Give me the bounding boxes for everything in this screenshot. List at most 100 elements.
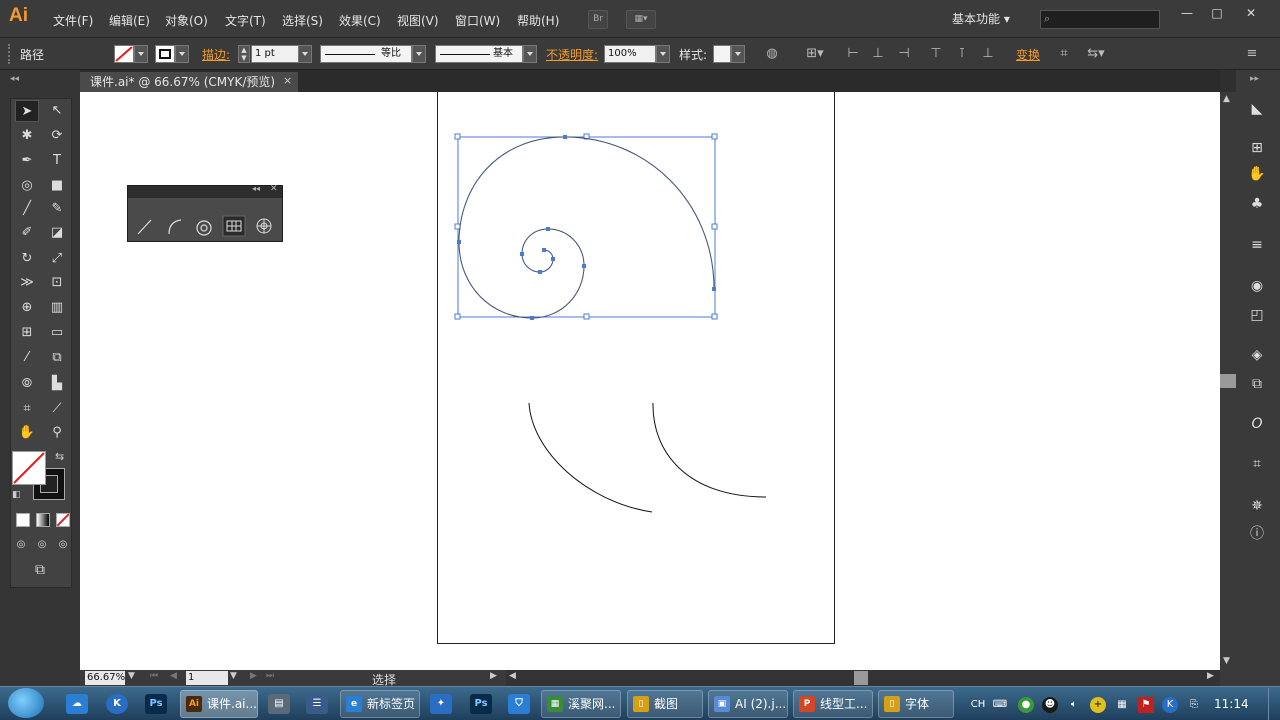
collapse-tools-icon[interactable]: ◂◂ — [10, 74, 19, 84]
menu-view[interactable]: 视图(V) — [397, 12, 439, 29]
menu-object[interactable]: 对象(O) — [165, 12, 208, 29]
brushes-icon[interactable]: ✋ — [1246, 163, 1268, 185]
bridge-button[interactable]: Br — [588, 10, 608, 29]
line-tools-panel-header[interactable]: ◂◂ ✕ — [128, 184, 282, 198]
appearance-icon[interactable]: ◉ — [1246, 275, 1268, 297]
wechat-icon[interactable]: ● — [1018, 697, 1034, 713]
opacity-label[interactable]: 不透明度: — [546, 46, 598, 63]
task-powerpoint[interactable]: P 线型工... — [793, 690, 873, 718]
stroke-weight-stepper[interactable]: ▲ ▼ — [238, 45, 250, 63]
artboards-icon[interactable]: ⧉ — [1246, 373, 1268, 395]
grip-handle[interactable] — [8, 44, 12, 64]
scroll-up-icon[interactable]: ▲ — [1223, 94, 1230, 104]
align-bottom-icon[interactable]: ⊥ — [978, 44, 998, 64]
align-right-icon[interactable]: ⊣ — [894, 44, 914, 64]
transform-label[interactable]: 变换 — [1016, 46, 1040, 63]
stroke-label[interactable]: 描边: — [202, 46, 230, 63]
opacity-field[interactable]: 100% — [604, 45, 656, 63]
draw-inside-icon[interactable]: ◎ — [54, 534, 72, 556]
column-graph-tool[interactable]: ▙ — [45, 373, 69, 395]
navigator-icon[interactable]: ✵ — [1246, 495, 1268, 517]
perspective-grid-tool[interactable]: ▥ — [45, 297, 69, 319]
width-tool[interactable]: ≫ — [15, 272, 39, 294]
fill-color-box[interactable] — [12, 451, 46, 485]
stroke-swatch[interactable] — [155, 45, 175, 63]
layers-icon[interactable]: ◈ — [1246, 344, 1268, 366]
expand-panels-icon[interactable]: ▸▸ — [1250, 74, 1259, 84]
task-image[interactable]: ▣ AI (2).j... — [708, 690, 788, 718]
close-button[interactable]: ✕ — [1236, 4, 1266, 22]
stroke-weight-dropdown[interactable] — [298, 45, 312, 63]
task-screenshot[interactable]: ▯ 截图 — [627, 690, 703, 718]
color-mode-button[interactable] — [16, 513, 30, 527]
menu-help[interactable]: 帮助(H) — [517, 12, 559, 29]
style-dropdown[interactable] — [731, 45, 745, 63]
horizontal-scroll-thumb[interactable] — [854, 671, 868, 685]
k-app-icon[interactable]: K — [106, 694, 128, 714]
type-tool[interactable]: T — [45, 150, 69, 172]
menu-effect[interactable]: 效果(C) — [339, 12, 381, 29]
character-icon[interactable]: O — [1246, 413, 1268, 435]
language-indicator[interactable]: CH — [968, 697, 988, 713]
align-center-icon[interactable]: ⊥ — [868, 44, 888, 64]
zoom-tool[interactable]: ⚲ — [45, 422, 69, 444]
curve-path-1[interactable] — [528, 402, 653, 513]
calculator-icon[interactable]: ▤ — [268, 694, 290, 714]
task-xiju[interactable]: ▦ 溪聚网... — [541, 690, 621, 718]
edit-mode-icon[interactable]: ⇆▾ — [1086, 44, 1106, 64]
curve-path-2[interactable] — [652, 402, 767, 498]
fill-swatch[interactable] — [114, 45, 134, 63]
swatches-icon[interactable]: ⊞ — [1246, 137, 1268, 159]
zoom-dropdown-icon[interactable]: ▼ — [128, 671, 135, 681]
gradient-mode-button[interactable] — [36, 513, 50, 527]
zoom-field[interactable]: 66.67% — [85, 671, 125, 685]
menu-edit[interactable]: 编辑(E) — [109, 12, 150, 29]
none-mode-button[interactable] — [56, 513, 70, 527]
pencil-tool[interactable]: ✎ — [45, 198, 69, 220]
direct-selection-tool[interactable]: ↖ — [45, 100, 69, 122]
close-panel-icon[interactable]: ✕ — [270, 184, 278, 194]
brush-definition[interactable]: 基本 — [435, 45, 523, 63]
blend-tool[interactable]: ⧉ — [45, 347, 69, 369]
restore-button[interactable]: □ — [1202, 4, 1232, 22]
file-manager-icon[interactable]: ☰ — [306, 694, 328, 714]
draw-normal-icon[interactable]: ◎ — [12, 534, 30, 556]
photoshop-icon[interactable]: Ps — [145, 694, 167, 714]
task-browser[interactable]: e 新标签页 — [340, 690, 420, 718]
info-icon[interactable]: ⓘ — [1246, 523, 1268, 545]
panel-menu-icon[interactable]: ≡ — [1242, 44, 1262, 64]
status-menu-icon[interactable]: ▶ — [490, 671, 497, 681]
variable-width-profile[interactable]: 等比 — [320, 45, 412, 63]
symbols-icon[interactable]: ♣ — [1246, 193, 1268, 215]
show-desktop-button[interactable] — [1268, 688, 1280, 720]
search-input[interactable]: ⌕ — [1040, 10, 1160, 29]
draw-behind-icon[interactable]: ◎ — [33, 534, 51, 556]
style-swatch[interactable] — [713, 45, 731, 63]
photoshop-2-icon[interactable]: Ps — [470, 694, 492, 714]
start-button[interactable] — [8, 688, 44, 718]
prev-page-icon[interactable]: ◀ — [170, 671, 177, 681]
brush-dropdown[interactable] — [523, 45, 537, 63]
cloud-app-icon[interactable]: ☁ — [66, 694, 88, 714]
artwork-layer[interactable] — [437, 92, 837, 652]
screen-mode-icon[interactable]: ⧉ — [28, 559, 52, 581]
lasso-tool[interactable]: ⟳ — [45, 125, 69, 147]
spiral-tool-button[interactable] — [194, 216, 214, 236]
swap-colors-icon[interactable]: ⇆ — [55, 450, 64, 463]
magic-wand-tool[interactable]: ✱ — [15, 125, 39, 147]
volume-icon[interactable]: 🔈︎ — [1066, 697, 1082, 713]
keyboard-icon[interactable]: ⌨ — [992, 697, 1008, 713]
blob-brush-tool[interactable]: ✐ — [15, 222, 39, 244]
align-top-icon[interactable]: ⊤ — [926, 44, 946, 64]
document-tab[interactable]: 课件.ai* @ 66.67% (CMYK/预览) — [80, 72, 298, 92]
arrange-documents-button[interactable]: ▦▾ — [626, 10, 656, 29]
hand-tool[interactable]: ✋ — [15, 422, 39, 444]
shape-builder-tool[interactable]: ⊕ — [15, 297, 39, 319]
scale-tool[interactable]: ⤢ — [45, 248, 69, 270]
arc-tool-button[interactable] — [165, 216, 185, 236]
align-to-icon[interactable]: ⊞▾ — [805, 44, 825, 64]
collapse-panel-icon[interactable]: ◂◂ — [252, 184, 260, 193]
menu-window[interactable]: 窗口(W) — [455, 12, 500, 29]
qq-icon[interactable]: ☻ — [1042, 697, 1058, 713]
scroll-down-icon[interactable]: ▼ — [1223, 656, 1230, 666]
